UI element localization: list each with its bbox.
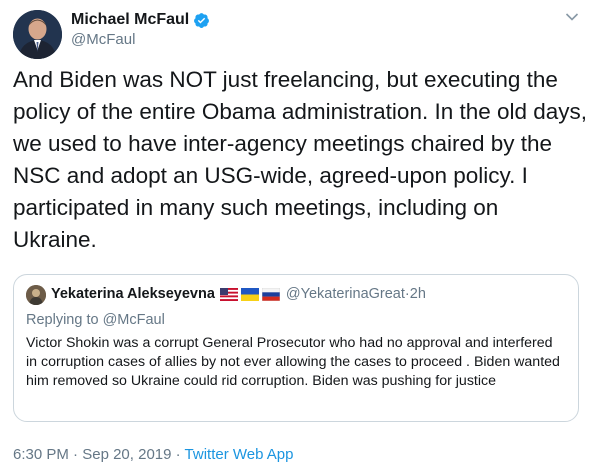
verified-badge-icon xyxy=(194,12,210,28)
tweet-time[interactable]: 6:30 PM xyxy=(13,446,69,463)
quoted-avatar xyxy=(26,285,46,305)
quoted-tweet[interactable]: Yekaterina Alekseyevna @YekaterinaGreat … xyxy=(13,274,579,422)
author-avatar[interactable] xyxy=(13,10,62,59)
author-name[interactable]: Michael McFaul xyxy=(71,11,189,29)
author-avatar-image xyxy=(13,10,62,59)
flag-emojis xyxy=(219,287,280,301)
quoted-author-name: Yekaterina Alekseyevna xyxy=(51,286,215,302)
quoted-replying-to: Replying to @McFaul xyxy=(26,312,165,328)
footer-separator: · xyxy=(68,446,83,463)
tweet-text: And Biden was NOT just freelancing, but … xyxy=(13,67,588,252)
tweet-source-link[interactable]: Twitter Web App xyxy=(185,446,294,463)
tweet-footer: 6:30 PM · Sep 20, 2019 · Twitter Web App xyxy=(13,446,293,463)
us-flag-icon xyxy=(219,287,238,301)
quoted-author-handle: @YekaterinaGreat xyxy=(285,286,405,302)
ukraine-flag-icon xyxy=(240,287,259,301)
russia-flag-icon xyxy=(261,287,280,301)
author-name-row: Michael McFaul xyxy=(71,11,210,29)
tweet-date[interactable]: Sep 20, 2019 xyxy=(82,446,171,463)
quoted-age: 2h xyxy=(409,286,426,302)
quoted-avatar-image xyxy=(26,285,46,305)
footer-separator: · xyxy=(171,446,185,463)
quoted-text: Victor Shokin was a corrupt General Pros… xyxy=(26,335,560,390)
author-handle[interactable]: @McFaul xyxy=(71,31,135,48)
quoted-header: Yekaterina Alekseyevna @YekaterinaGreat … xyxy=(51,286,426,302)
chevron-down-icon[interactable] xyxy=(565,12,579,22)
